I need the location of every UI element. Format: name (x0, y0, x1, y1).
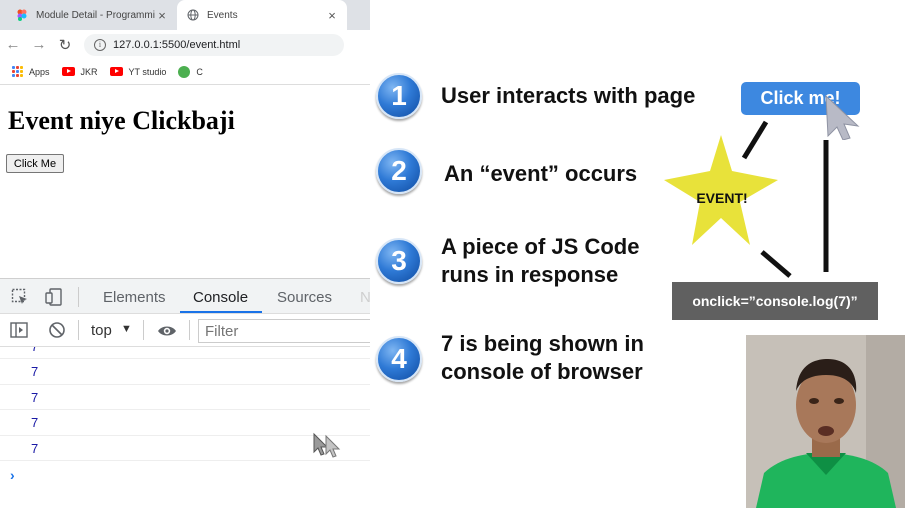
onclick-code-box: onclick=”console.log(7)” (672, 282, 878, 320)
page-viewport: Event niye Clickbaji Click Me (0, 86, 370, 278)
presenter-image (746, 335, 905, 508)
tab-title: Module Detail - Programming (36, 9, 155, 21)
bookmark-label: YT studio (128, 66, 167, 77)
close-tab-icon[interactable]: × (155, 8, 169, 23)
tab-events[interactable]: Events × (177, 0, 347, 30)
address-bar[interactable]: i 127.0.0.1:5500/event.html (84, 33, 344, 56)
bookmark-c[interactable]: C (178, 65, 203, 78)
browser-tab-bar: Module Detail - Programming × Events × (0, 0, 370, 30)
bookmark-label: C (196, 66, 203, 77)
click-me-button[interactable]: Click Me (6, 154, 64, 173)
console-prompt-icon[interactable]: › (10, 467, 15, 483)
inspect-element-icon[interactable] (11, 288, 29, 306)
toolbar-divider (189, 320, 190, 340)
youtube-icon (109, 67, 123, 76)
forward-arrow-icon[interactable]: → (26, 36, 52, 53)
tab-elements[interactable]: Elements (103, 289, 166, 306)
bookmark-label: JKR (80, 66, 98, 77)
connector-line (760, 250, 792, 278)
toolbar-divider (78, 287, 79, 307)
youtube-icon (61, 67, 75, 76)
tab-console[interactable]: Console (193, 289, 248, 306)
console-filter-input[interactable] (198, 319, 370, 343)
devtools-tab-bar: Elements Console Sources Ne (0, 279, 379, 314)
globe-icon (187, 9, 199, 21)
tab-module-detail[interactable]: Module Detail - Programming × (0, 0, 177, 30)
bookmark-yt-studio[interactable]: YT studio (109, 66, 167, 77)
address-row: ← → ↻ i 127.0.0.1:5500/event.html (0, 30, 370, 59)
webcam-presenter-video (746, 335, 905, 508)
console-toolbar: top ▼ (0, 314, 370, 347)
tab-title: Events (207, 9, 238, 21)
url-text: 127.0.0.1:5500/event.html (113, 38, 241, 51)
sidebar-toggle-icon[interactable] (10, 321, 28, 339)
tab-sources[interactable]: Sources (277, 289, 332, 306)
back-arrow-icon[interactable]: ← (0, 36, 26, 53)
connector-line (741, 120, 769, 160)
bookmark-apps[interactable]: Apps (12, 66, 50, 77)
page-heading: Event niye Clickbaji (8, 106, 235, 135)
bookmarks-bar: Apps JKR YT studio C (0, 59, 370, 85)
bookmark-label: Apps (29, 66, 50, 77)
pointer-cursor-icon (825, 94, 860, 140)
chevron-down-icon[interactable]: ▼ (121, 323, 132, 335)
device-toolbar-icon[interactable] (45, 288, 63, 306)
mouse-cursor-icon (313, 432, 341, 458)
site-info-icon[interactable]: i (94, 38, 106, 51)
toolbar-divider (143, 320, 144, 340)
event-star-label: EVENT! (696, 190, 748, 206)
toolbar-divider (78, 320, 79, 340)
console-log-row: 7 (0, 359, 370, 385)
reload-icon[interactable]: ↻ (52, 36, 78, 54)
figma-favicon-icon (17, 9, 27, 21)
eye-icon[interactable] (157, 322, 177, 340)
clear-console-icon[interactable] (48, 321, 66, 339)
console-log-row: 7 (0, 385, 370, 410)
apps-grid-icon (12, 66, 23, 77)
devtools-panel: Elements Console Sources Ne top ▼ 7 7 7 … (0, 278, 379, 508)
bookmark-jkr[interactable]: JKR (61, 66, 98, 77)
active-tab-indicator (180, 311, 262, 313)
console-log-row: 7 (0, 347, 370, 359)
github-icon (178, 65, 191, 78)
context-selector[interactable]: top (91, 322, 112, 339)
close-tab-icon[interactable]: × (325, 8, 339, 23)
